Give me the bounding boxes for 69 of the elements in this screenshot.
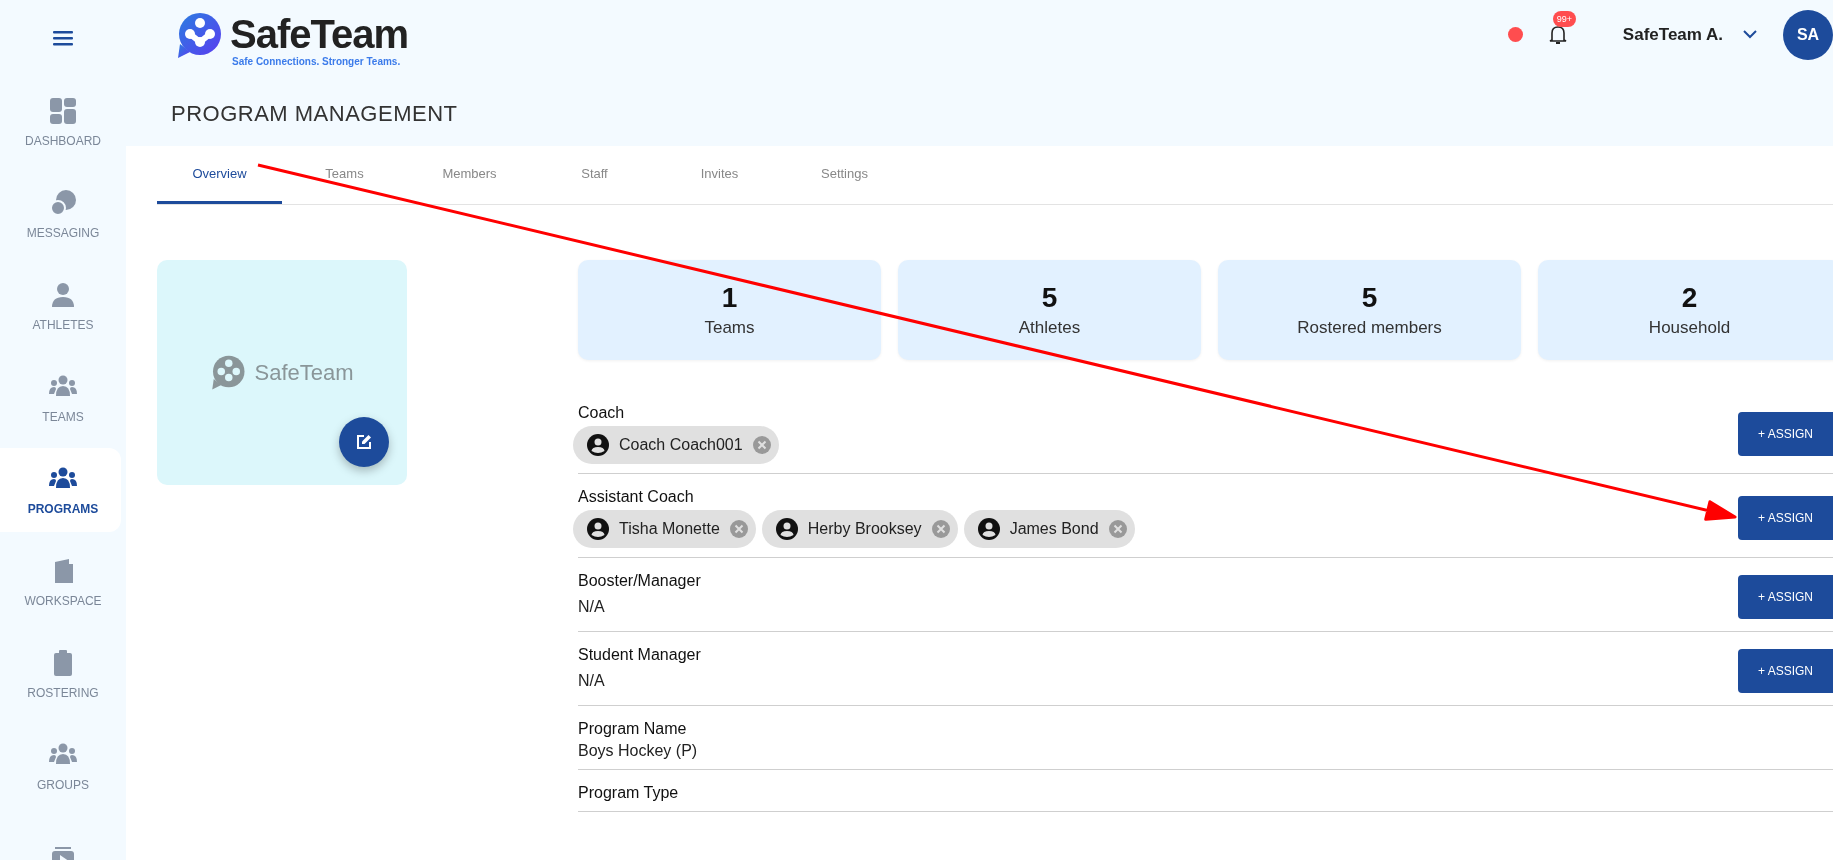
page-title: PROGRAM MANAGEMENT xyxy=(171,101,459,127)
assign-button[interactable]: + ASSIGN xyxy=(1737,496,1833,540)
field-label: Program Name xyxy=(578,720,688,738)
chevron-down-icon xyxy=(1743,30,1757,39)
remove-icon[interactable] xyxy=(752,436,771,454)
user-menu[interactable]: SafeTeam A. xyxy=(1622,24,1757,45)
field-label: Program Type xyxy=(578,784,679,802)
edit-button[interactable] xyxy=(339,417,389,467)
person-chip[interactable]: Herby Brooksey xyxy=(761,510,958,548)
stat-label: Rostered members xyxy=(1297,318,1442,338)
tab[interactable]: Invites xyxy=(657,146,782,204)
avatar-icon xyxy=(977,518,1000,540)
logo-text: SafeTeam xyxy=(254,359,354,386)
status-dot-icon xyxy=(1507,27,1523,42)
field-value: N/A xyxy=(578,597,606,617)
nav-label: PROGRAMS xyxy=(27,502,99,516)
sidebar-item[interactable]: ROSTERING xyxy=(0,632,121,716)
field-label: Student Manager xyxy=(578,646,701,664)
assign-button[interactable]: + ASSIGN xyxy=(1737,575,1833,619)
stat-value: 5 xyxy=(1041,282,1058,314)
field-label: Booster/Manager xyxy=(578,572,701,590)
remove-icon[interactable] xyxy=(1108,520,1127,538)
field-value: N/A xyxy=(578,671,606,691)
field-label: Assistant Coach xyxy=(578,488,695,506)
logo-icon xyxy=(210,354,247,391)
stat-label: Athletes xyxy=(1018,318,1081,338)
sidebar-item[interactable]: GROUPS xyxy=(0,724,121,808)
sidebar-item[interactable]: MESSAGING xyxy=(0,172,121,256)
nav-label: GROUPS xyxy=(37,778,89,792)
stat-value: 2 xyxy=(1681,282,1698,314)
person-chip[interactable]: James Bond xyxy=(963,510,1135,548)
remove-icon[interactable] xyxy=(729,520,748,538)
tab[interactable]: Settings xyxy=(782,146,907,204)
stat-value: 5 xyxy=(1361,282,1378,314)
field-value: Boys Hockey (P) xyxy=(578,742,698,760)
nav-label: ATHLETES xyxy=(32,318,94,332)
sidebar-item[interactable]: DASHBOARD xyxy=(0,80,121,164)
field-label: Coach xyxy=(578,404,626,422)
assign-button[interactable]: + ASSIGN xyxy=(1737,412,1833,456)
sidebar-item[interactable]: WORKSPACE xyxy=(0,540,121,624)
avatar-icon xyxy=(587,434,609,456)
dashboard-icon xyxy=(48,96,78,126)
nav-label: DASHBOARD xyxy=(25,134,101,148)
brand-tagline: Safe Connections. Stronger Teams. xyxy=(232,56,402,67)
sidebar-item[interactable]: TEAMS xyxy=(0,356,121,440)
avatar-icon xyxy=(587,518,609,540)
stat-label: Household xyxy=(1648,318,1731,338)
user-avatar[interactable]: SA xyxy=(1783,9,1833,60)
nav-label: ROSTERING xyxy=(27,686,99,700)
assign-button[interactable]: + ASSIGN xyxy=(1737,649,1833,693)
notification-badge: 99+ xyxy=(1552,10,1577,27)
sidebar-item[interactable]: PROGRAMS xyxy=(0,448,121,532)
stat-value: 1 xyxy=(721,282,738,314)
nav-label: TEAMS xyxy=(42,410,84,424)
remove-icon[interactable] xyxy=(931,520,950,538)
tab[interactable]: Teams xyxy=(282,146,407,204)
nav-label: WORKSPACE xyxy=(24,594,102,608)
edit-icon xyxy=(355,433,373,451)
person-chip[interactable]: Coach Coach001 xyxy=(573,426,779,464)
avatar-icon xyxy=(775,518,798,540)
tab[interactable]: Staff xyxy=(532,146,657,204)
person-chip[interactable]: Tisha Monette xyxy=(573,510,756,548)
nav-label: MESSAGING xyxy=(26,226,100,240)
bell-icon[interactable] xyxy=(1548,24,1567,45)
brand-name: SafeTeam xyxy=(230,12,408,56)
tab[interactable]: Members xyxy=(407,146,532,204)
menu-icon[interactable] xyxy=(53,30,73,46)
logo-icon xyxy=(176,12,222,60)
stat-label: Teams xyxy=(704,318,755,338)
